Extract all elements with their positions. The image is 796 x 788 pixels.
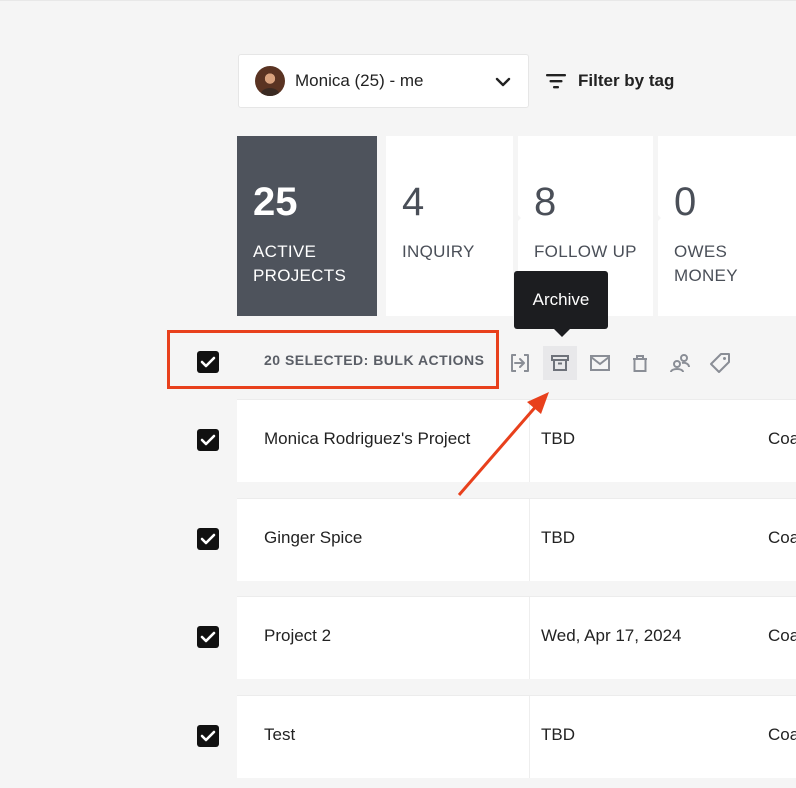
row-checkbox[interactable] (197, 429, 219, 451)
checkmark-icon (200, 631, 216, 643)
column-divider (529, 597, 530, 679)
tag-icon (710, 353, 730, 373)
card-divider-notch (653, 210, 661, 226)
stat-label: INQUIRY (402, 242, 475, 261)
bulk-actions-label: 20 SELECTED: BULK ACTIONS (264, 352, 485, 368)
move-icon (511, 354, 529, 372)
checkmark-icon (200, 730, 216, 742)
assign-team-icon (670, 354, 690, 373)
filter-label: Filter by tag (578, 71, 675, 90)
project-date: TBD (541, 725, 575, 744)
table-row[interactable]: Ginger Spice TBD Coa (237, 498, 796, 581)
column-divider (529, 400, 530, 482)
stat-count: 0 (674, 180, 697, 224)
filter-by-tag-button[interactable]: Filter by tag (546, 68, 674, 94)
chevron-down-icon (495, 77, 511, 87)
tag-button[interactable] (703, 346, 737, 380)
checkmark-icon (200, 356, 216, 368)
delete-button[interactable] (623, 346, 657, 380)
table-row[interactable]: Test TBD Coa (237, 695, 796, 778)
stat-count: 8 (534, 180, 557, 224)
trash-icon (633, 355, 647, 372)
row-checkbox[interactable] (197, 626, 219, 648)
archive-icon (551, 355, 569, 371)
checkmark-icon (200, 434, 216, 446)
project-date: TBD (541, 429, 575, 448)
assign-team-button[interactable] (663, 346, 697, 380)
project-name[interactable]: Project 2 (264, 626, 331, 646)
stat-count: 4 (402, 180, 425, 224)
stat-label: FOLLOW UP (534, 242, 637, 261)
stat-card-owes-money[interactable]: 0 OWES MONEY (658, 136, 796, 316)
select-all-checkbox[interactable] (197, 351, 219, 373)
stat-count: 25 (253, 180, 298, 224)
email-button[interactable] (583, 346, 617, 380)
top-divider (0, 0, 796, 1)
stat-card-active-projects[interactable]: 25 ACTIVE PROJECTS (237, 136, 377, 316)
row-checkbox[interactable] (197, 528, 219, 550)
column-divider (529, 499, 530, 581)
stat-label: ACTIVE PROJECTS (253, 242, 347, 285)
row-checkbox[interactable] (197, 725, 219, 747)
email-icon (590, 355, 610, 371)
archive-tooltip: Archive (514, 271, 608, 337)
project-date: TBD (541, 528, 575, 547)
avatar (255, 66, 285, 96)
project-extra: Coa (768, 528, 796, 547)
project-name[interactable]: Monica Rodriguez's Project (264, 429, 470, 449)
project-extra: Coa (768, 626, 796, 645)
checkmark-icon (200, 533, 216, 545)
project-date: Wed, Apr 17, 2024 (541, 626, 682, 645)
user-select-label: Monica (25) - me (295, 71, 424, 90)
archive-button[interactable] (543, 346, 577, 380)
user-select[interactable]: Monica (25) - me (238, 54, 529, 108)
stat-label: OWES MONEY (674, 242, 738, 285)
column-divider (529, 696, 530, 778)
table-row[interactable]: Monica Rodriguez's Project TBD Coa (237, 399, 796, 482)
filter-icon (546, 74, 566, 89)
project-name[interactable]: Ginger Spice (264, 528, 362, 548)
table-row[interactable]: Project 2 Wed, Apr 17, 2024 Coa (237, 596, 796, 679)
move-button[interactable] (503, 346, 537, 380)
project-extra: Coa (768, 725, 796, 744)
project-extra: Coa (768, 429, 796, 448)
stat-card-inquiry[interactable]: 4 INQUIRY (386, 136, 513, 316)
project-name[interactable]: Test (264, 725, 295, 745)
card-divider-notch (513, 210, 521, 226)
